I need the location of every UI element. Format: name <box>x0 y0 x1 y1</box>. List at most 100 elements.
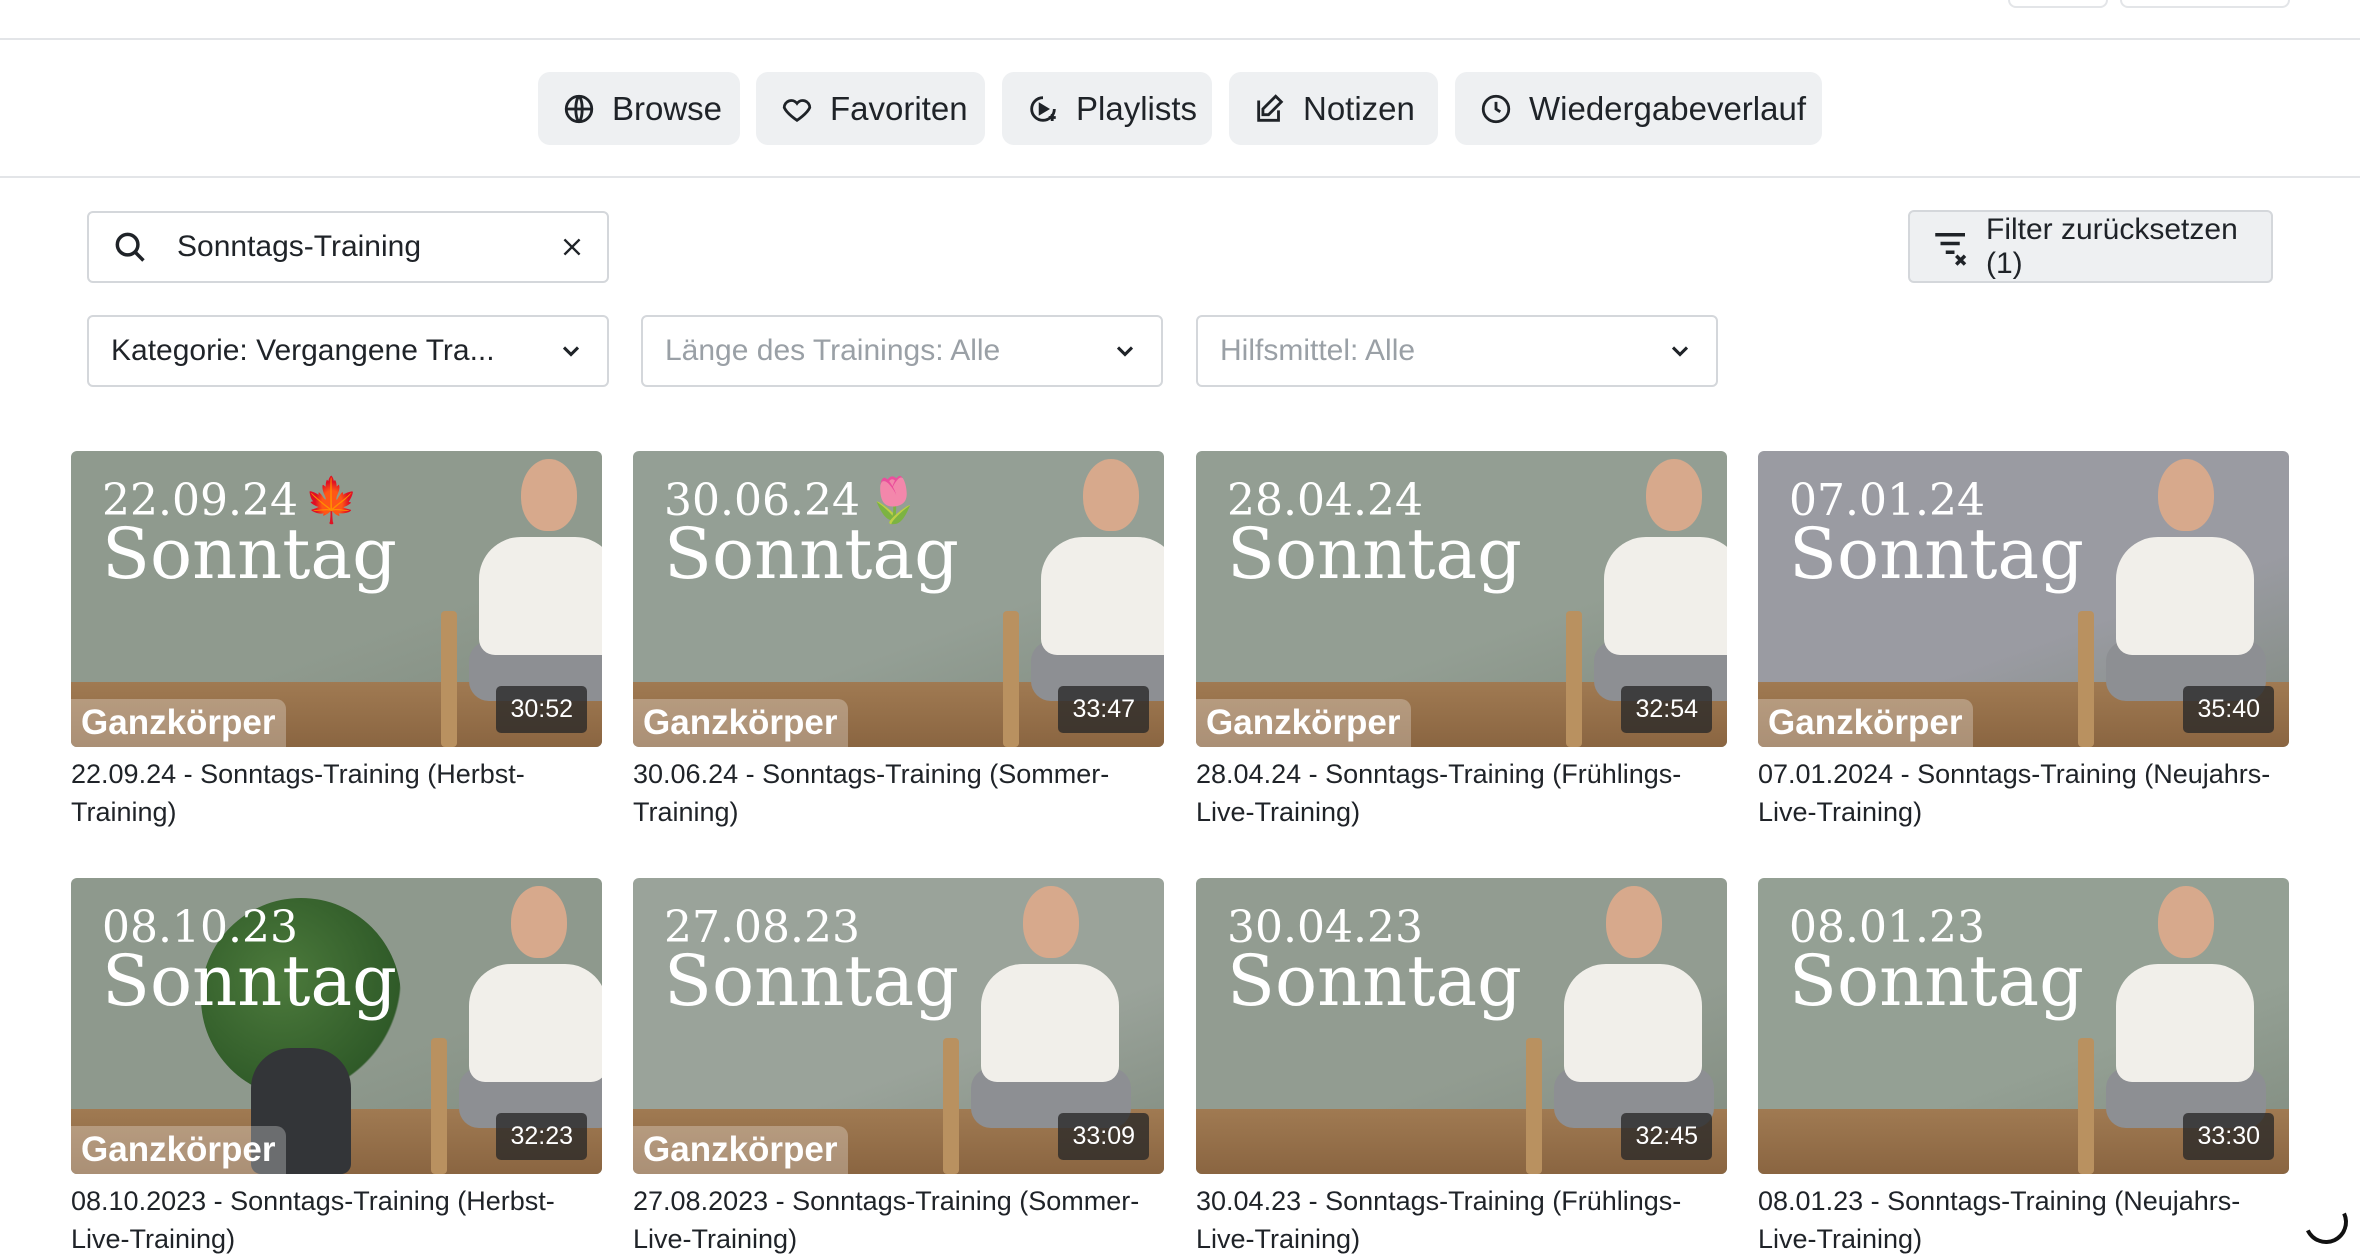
video-thumbnail[interactable]: 27.08.23 Sonntag Ganzkörper 33:09 <box>633 878 1164 1174</box>
video-card[interactable]: 30.06.24 🌷 Sonntag Ganzkörper 33:47 30.06… <box>633 451 1164 831</box>
reset-filter-label: Filter zurücksetzen (1) <box>1986 212 2238 280</box>
tab-bar: Browse Favoriten Playlists Notizen Wiede… <box>0 40 2360 178</box>
tab-playlists[interactable]: Playlists <box>1002 72 1212 145</box>
person-head <box>1083 459 1139 531</box>
thumbnail-day: Sonntag <box>1789 940 2084 1022</box>
duration-badge: 35:40 <box>2183 686 2274 733</box>
reset-filter-button[interactable]: Filter zurücksetzen (1) <box>1908 210 2273 283</box>
duration-badge: 30:52 <box>496 686 587 733</box>
search-icon <box>115 232 145 262</box>
person-head <box>2158 886 2214 958</box>
chair-image <box>2078 1038 2094 1174</box>
playlist-icon <box>1030 95 1056 122</box>
search-input-value[interactable]: Sonntags-Training <box>177 230 559 264</box>
person-head <box>1646 459 1702 531</box>
note-edit-icon <box>1257 93 1284 122</box>
video-card[interactable]: 30.04.23 Sonntag 32:45 30.04.23 - Sonnta… <box>1196 878 1727 1257</box>
duration-badge: 33:09 <box>1058 1113 1149 1160</box>
video-thumbnail[interactable]: 30.06.24 🌷 Sonntag Ganzkörper 33:47 <box>633 451 1164 747</box>
person-head <box>1606 886 1662 958</box>
select-value: Kategorie: Vergangene Tra... <box>111 334 495 367</box>
person-torso <box>1564 964 1702 1082</box>
video-card[interactable]: 08.10.23 Sonntag Ganzkörper 32:23 08.10.… <box>71 878 602 1257</box>
category-label: Ganzkörper <box>1196 699 1411 747</box>
person-torso <box>1041 537 1164 655</box>
duration-badge: 33:47 <box>1058 686 1149 733</box>
video-card[interactable]: 27.08.23 Sonntag Ganzkörper 33:09 27.08.… <box>633 878 1164 1257</box>
chair-image <box>2078 611 2094 747</box>
video-title[interactable]: 22.09.24 - Sonntags-Training (Herbst-Tra… <box>71 755 602 831</box>
thumbnail-day: Sonntag <box>664 513 959 595</box>
chair-image <box>943 1038 959 1174</box>
video-card[interactable]: 08.01.23 Sonntag 33:30 08.01.23 - Sonnta… <box>1758 878 2289 1257</box>
video-title[interactable]: 07.01.2024 - Sonntags-Training (Neujahrs… <box>1758 755 2289 831</box>
duration-badge: 32:54 <box>1621 686 1712 733</box>
video-card[interactable]: 22.09.24 🍁 Sonntag Ganzkörper 30:52 22.09… <box>71 451 602 831</box>
video-title[interactable]: 28.04.24 - Sonntags-Training (Frühlings-… <box>1196 755 1727 831</box>
duration-badge: 32:23 <box>496 1113 587 1160</box>
video-card[interactable]: 28.04.24 Sonntag Ganzkörper 32:54 28.04.… <box>1196 451 1727 831</box>
category-label: Ganzkörper <box>633 1126 848 1174</box>
tab-label: Browse <box>612 89 723 127</box>
video-thumbnail[interactable]: 07.01.24 Sonntag Ganzkörper 35:40 <box>1758 451 2289 747</box>
person-torso <box>479 537 602 655</box>
tab-label: Wiedergabeverlauf <box>1529 89 1806 127</box>
search-field[interactable]: Sonntags-Training <box>87 211 609 283</box>
header-button-partial[interactable] <box>2008 0 2108 8</box>
video-card[interactable]: 07.01.24 Sonntag Ganzkörper 35:40 07.01.… <box>1758 451 2289 831</box>
thumbnail-day: Sonntag <box>1789 513 2084 595</box>
duration-badge: 33:30 <box>2183 1113 2274 1160</box>
chevron-down-icon <box>562 346 580 357</box>
header-button-partial[interactable] <box>2120 0 2290 8</box>
select-value: Länge des Trainings: Alle <box>665 334 1001 367</box>
chevron-down-icon <box>1671 346 1689 357</box>
tab-wiedergabeverlauf[interactable]: Wiedergabeverlauf <box>1455 72 1822 145</box>
globe-icon <box>564 94 594 123</box>
video-thumbnail[interactable]: 08.01.23 Sonntag 33:30 <box>1758 878 2289 1174</box>
top-header-strip <box>0 0 2360 40</box>
tab-notizen[interactable]: Notizen <box>1229 72 1438 145</box>
length-filter-select[interactable]: Länge des Trainings: Alle <box>641 315 1163 387</box>
chair-image <box>1566 611 1582 747</box>
video-thumbnail[interactable]: 28.04.24 Sonntag Ganzkörper 32:54 <box>1196 451 1727 747</box>
video-thumbnail[interactable]: 08.10.23 Sonntag Ganzkörper 32:23 <box>71 878 602 1174</box>
person-head <box>511 886 567 958</box>
person-torso <box>981 964 1119 1082</box>
category-filter-select[interactable]: Kategorie: Vergangene Tra... <box>87 315 609 387</box>
category-label: Ganzkörper <box>71 1126 286 1174</box>
thumbnail-day: Sonntag <box>102 513 397 595</box>
close-icon[interactable] <box>559 234 585 260</box>
tab-label: Playlists <box>1076 89 1198 127</box>
thumbnail-day: Sonntag <box>664 940 959 1022</box>
chevron-down-icon <box>1116 346 1134 357</box>
person-torso <box>2116 537 2254 655</box>
video-title[interactable]: 08.01.23 - Sonntags-Training (Neujahrs-L… <box>1758 1182 2289 1257</box>
video-title[interactable]: 30.04.23 - Sonntags-Training (Frühlings-… <box>1196 1182 1727 1257</box>
chair-image <box>1526 1038 1542 1174</box>
equipment-filter-select[interactable]: Hilfsmittel: Alle <box>1196 315 1718 387</box>
tab-favoriten[interactable]: Favoriten <box>756 72 985 145</box>
thumbnail-day: Sonntag <box>102 940 397 1022</box>
thumbnail-day: Sonntag <box>1227 940 1522 1022</box>
tab-browse[interactable]: Browse <box>538 72 740 145</box>
loading-spinner-icon <box>2297 1193 2355 1251</box>
video-title[interactable]: 30.06.24 - Sonntags-Training (Sommer-Tra… <box>633 755 1164 831</box>
chair-image <box>431 1038 447 1174</box>
category-label: Ganzkörper <box>633 699 848 747</box>
video-title[interactable]: 27.08.2023 - Sonntags-Training (Sommer-L… <box>633 1182 1164 1257</box>
person-head <box>521 459 577 531</box>
duration-badge: 32:45 <box>1621 1113 1712 1160</box>
video-title[interactable]: 08.10.2023 - Sonntags-Training (Herbst-L… <box>71 1182 602 1257</box>
thumbnail-day: Sonntag <box>1227 513 1522 595</box>
video-thumbnail[interactable]: 30.04.23 Sonntag 32:45 <box>1196 878 1727 1174</box>
clock-icon <box>1481 94 1511 123</box>
category-label: Ganzkörper <box>1758 699 1973 747</box>
tab-label: Favoriten <box>830 89 968 127</box>
chair-image <box>1003 611 1019 747</box>
video-thumbnail[interactable]: 22.09.24 🍁 Sonntag Ganzkörper 30:52 <box>71 451 602 747</box>
select-value: Hilfsmittel: Alle <box>1220 334 1416 367</box>
person-torso <box>1604 537 1727 655</box>
category-label: Ganzkörper <box>71 699 286 747</box>
person-torso <box>469 964 602 1082</box>
chair-image <box>441 611 457 747</box>
